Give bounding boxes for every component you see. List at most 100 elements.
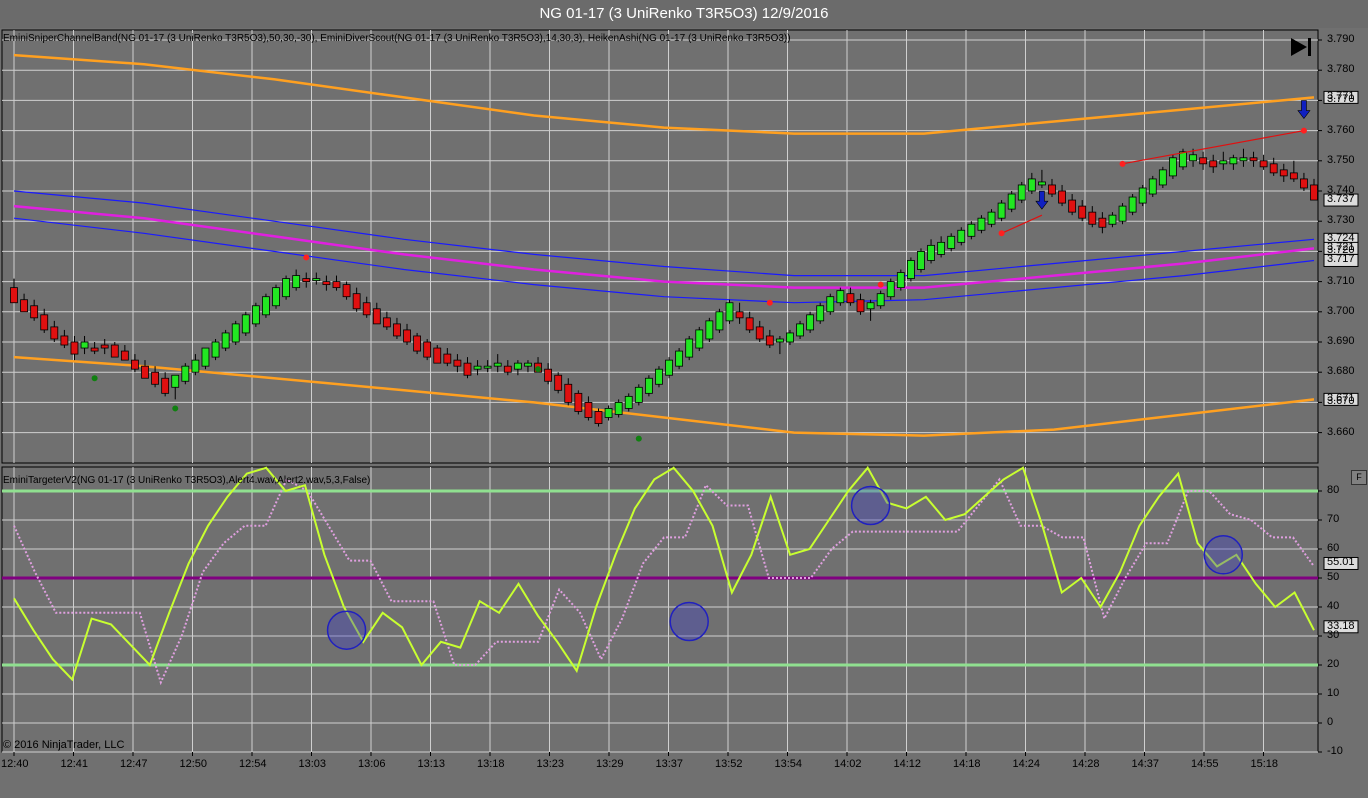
osc-axis-label: -10 — [1327, 745, 1343, 757]
time-axis-label: 13:06 — [358, 758, 386, 770]
down-candle — [503, 365, 512, 373]
down-candle — [433, 347, 442, 364]
down-candle — [372, 308, 381, 325]
down-candle — [161, 377, 170, 394]
time-axis-label: 14:12 — [893, 758, 922, 770]
up-candle — [1118, 205, 1127, 222]
up-candle — [786, 332, 794, 343]
oscillator-panel — [1, 466, 1319, 753]
down-candle — [60, 335, 69, 346]
down-candle — [1199, 157, 1208, 165]
swing-high-dot — [998, 230, 1005, 237]
down-candle — [1048, 184, 1056, 195]
time-axis-label: 12:41 — [60, 758, 89, 770]
up-candle — [201, 347, 210, 367]
up-candle — [1219, 160, 1228, 165]
down-candle — [1259, 160, 1268, 168]
up-candle — [987, 211, 996, 225]
down-candle — [30, 305, 39, 319]
up-candle — [997, 202, 1006, 219]
up-candle — [977, 217, 986, 231]
time-axis-label: 13:13 — [417, 758, 446, 770]
price-indicator-label: EminiSniperChannelBand(NG 01-17 (3 UniRe… — [3, 33, 791, 44]
up-candle — [655, 368, 663, 385]
signal-circle — [1203, 535, 1244, 575]
panel-options-button[interactable]: F — [1351, 470, 1367, 485]
up-candle — [866, 302, 875, 310]
down-candle — [110, 344, 119, 358]
down-candle — [141, 365, 149, 379]
down-candle — [40, 314, 49, 331]
down-candle — [362, 302, 371, 316]
up-candle — [917, 250, 925, 270]
time-axis-label: 14:18 — [953, 758, 981, 770]
price-panel — [1, 29, 1319, 464]
up-candle — [957, 229, 966, 243]
price-tag: 3.771 — [1327, 90, 1355, 103]
up-candle — [705, 320, 714, 340]
time-axis-label: 13:52 — [715, 758, 743, 770]
swing-high-dot — [1119, 160, 1126, 167]
osc-axis-label: 80 — [1327, 484, 1340, 496]
price-tag: 3.717 — [1327, 253, 1355, 266]
osc-axis-label: 10 — [1327, 687, 1340, 699]
down-candle — [574, 392, 583, 412]
up-candle — [896, 272, 905, 289]
down-candle — [1249, 157, 1258, 162]
up-candle — [796, 323, 804, 337]
up-candle — [1229, 157, 1238, 165]
up-candle — [524, 362, 532, 367]
time-axis-label: 12:54 — [239, 758, 267, 770]
up-candle — [272, 287, 280, 307]
up-candle — [1179, 151, 1187, 168]
time-axis-label: 15:18 — [1250, 758, 1279, 770]
up-candle — [292, 275, 301, 289]
up-candle — [231, 323, 240, 343]
down-candle — [352, 293, 361, 310]
down-candle — [10, 287, 18, 304]
up-candle — [1138, 187, 1147, 204]
osc-axis-label: 0 — [1327, 716, 1334, 728]
up-candle — [1108, 214, 1117, 225]
up-candle — [836, 290, 845, 304]
up-candle — [211, 341, 220, 358]
up-candle — [262, 296, 270, 316]
osc-axis-label: 40 — [1327, 600, 1340, 612]
down-candle — [846, 293, 855, 304]
swing-low-dot — [635, 435, 642, 442]
osc-value-tag: 55.01 — [1327, 556, 1355, 569]
up-candle — [604, 408, 613, 418]
down-candle — [382, 317, 391, 328]
osc-axis-label: 60 — [1327, 542, 1340, 554]
up-candle — [695, 329, 704, 349]
chart-canvas[interactable] — [0, 28, 1368, 798]
up-candle — [1027, 178, 1036, 192]
up-candle — [937, 241, 946, 255]
down-candle — [463, 362, 472, 376]
up-candle — [282, 278, 290, 298]
up-candle — [665, 359, 673, 376]
swing-high-dot — [766, 299, 773, 306]
down-candle — [302, 278, 311, 283]
down-candle — [131, 359, 139, 370]
down-candle — [554, 374, 563, 391]
down-candle — [70, 341, 79, 355]
skip-to-end-button[interactable] — [1288, 36, 1314, 58]
price-axis-label: 3.750 — [1327, 153, 1355, 166]
up-candle — [1189, 154, 1197, 162]
down-candle — [443, 353, 452, 364]
time-axis-label: 14:37 — [1131, 758, 1160, 770]
up-candle — [181, 365, 190, 382]
swing-high-dot — [1300, 127, 1307, 134]
up-candle — [251, 305, 260, 325]
up-candle — [312, 278, 321, 281]
swing-high-dot — [303, 254, 310, 261]
up-candle — [927, 244, 935, 261]
down-candle — [1289, 172, 1298, 180]
down-candle — [322, 281, 331, 286]
down-candle — [413, 335, 422, 352]
up-candle — [967, 223, 976, 237]
time-axis-label: 13:23 — [536, 758, 565, 770]
down-candle — [1300, 178, 1308, 189]
up-candle — [1007, 193, 1016, 210]
